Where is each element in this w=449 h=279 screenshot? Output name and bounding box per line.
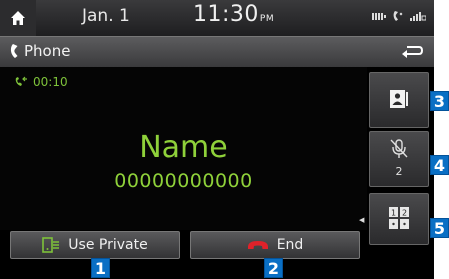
expand-arrow-icon: ◀ (359, 216, 365, 224)
keypad-digit-1: 1 (391, 209, 396, 218)
use-private-button[interactable]: Use Private (10, 231, 180, 259)
use-private-label: Use Private (68, 237, 148, 253)
contacts-icon (390, 90, 408, 108)
signal-icon (410, 12, 426, 21)
home-button[interactable] (0, 0, 36, 36)
status-icons (372, 10, 426, 22)
contacts-button[interactable] (369, 72, 429, 128)
clock: 11:30PM (193, 2, 274, 27)
home-icon (11, 11, 25, 25)
use-private-icon (42, 237, 60, 253)
callout-badge: 4 (430, 155, 449, 175)
end-call-icon (247, 241, 268, 249)
battery-icon (372, 12, 386, 20)
status-bar: Jan. 1 11:30PM (0, 0, 434, 36)
keypad-icon: 1 2 (389, 207, 409, 229)
callout-badge: 3 (430, 91, 449, 111)
end-call-label: End (276, 237, 304, 253)
mic-level-text: 2 (395, 165, 403, 178)
active-call-icon (15, 76, 27, 86)
keypad-digit-2: 2 (402, 209, 407, 218)
mic-mute-icon (390, 139, 408, 158)
callout-badge: 2 (264, 258, 283, 278)
phone-handset-icon (10, 44, 18, 58)
keypad-button[interactable]: ◀ 1 2 (359, 193, 429, 245)
call-duration-text: 00:10 (33, 75, 68, 89)
end-call-button[interactable]: End (190, 231, 360, 259)
infotainment-screen: Jan. 1 11:30PM Phone 00:10 Name 00000000… (0, 0, 434, 279)
callout-badge: 1 (91, 258, 110, 278)
ampm-text: PM (259, 14, 275, 24)
caller-name: Name (139, 130, 228, 165)
callout-badge: 5 (430, 218, 449, 238)
call-duration: 00:10 (14, 75, 68, 89)
caller-number: 00000000000 (114, 170, 253, 192)
back-button[interactable] (398, 43, 424, 61)
date-text: Jan. 1 (82, 6, 130, 26)
page-title: Phone (24, 42, 71, 60)
bluetooth-phone-icon (393, 11, 403, 21)
time-text: 11:30 (193, 2, 259, 27)
mic-mute-button[interactable]: 2 (369, 131, 429, 187)
call-info-panel: 00:10 Name 00000000000 (0, 67, 367, 230)
back-arrow-icon (402, 46, 424, 58)
title-bar: Phone (0, 36, 434, 67)
